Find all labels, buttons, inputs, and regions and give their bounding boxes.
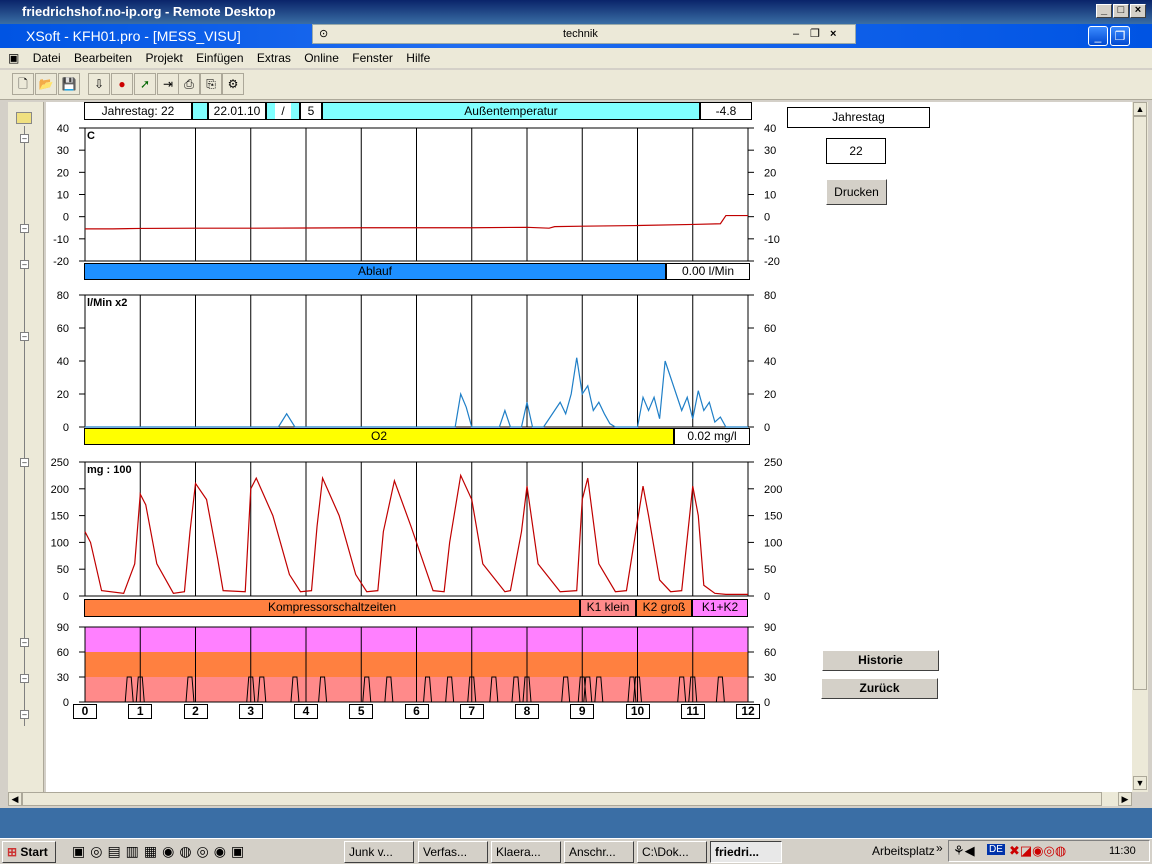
y-tick-label: 0 [764, 697, 770, 709]
task-label: Junk v... [349, 845, 393, 859]
arbeitsplatz-label[interactable]: Arbeitsplatz [872, 844, 935, 858]
y-tick-label: 10 [764, 190, 776, 202]
task-friedri[interactable]: friedri... [710, 841, 782, 863]
task-label: C:\Dok... [642, 845, 689, 859]
scroll-thumb[interactable] [1133, 116, 1147, 690]
y-tick-label: 0 [764, 212, 770, 224]
y-tick-label: 50 [764, 564, 776, 576]
y-tick-label: 40 [57, 123, 69, 135]
x-tick-label: 5 [349, 704, 374, 719]
task-cdok[interactable]: C:\Dok... [637, 841, 707, 863]
y-tick-label: 150 [51, 511, 69, 523]
y-tick-label: 80 [57, 290, 69, 302]
windows-logo-icon: ⊞ [7, 845, 18, 859]
y-tick-label: 150 [764, 511, 782, 523]
y-tick-label: 60 [57, 323, 69, 335]
x-tick-label: 10 [625, 704, 650, 719]
task-label: Anschr... [569, 845, 616, 859]
task-junk[interactable]: Junk v... [344, 841, 414, 863]
y-tick-label: -20 [53, 256, 69, 268]
y-tick-label: 60 [764, 647, 776, 659]
vertical-scrollbar[interactable]: ▲ ▼ [1132, 102, 1148, 792]
x-tick-label: 6 [404, 704, 429, 719]
y-tick-label: 0 [63, 422, 69, 434]
y-tick-label: 40 [764, 356, 776, 368]
y-tick-label: 40 [764, 123, 776, 135]
task-verfas[interactable]: Verfas... [418, 841, 488, 863]
y-tick-label: 0 [764, 591, 770, 603]
tray-icons[interactable]: ⚘◀ [953, 843, 975, 859]
task-anschr[interactable]: Anschr... [564, 841, 634, 863]
x-tick-label: 8 [515, 704, 539, 719]
x-tick-label: 7 [459, 704, 484, 719]
task-label: Klaera... [496, 845, 541, 859]
y-tick-label: 20 [764, 167, 776, 179]
y-tick-label: -10 [764, 234, 780, 246]
unit-label: l/Min x2 [87, 297, 127, 309]
y-tick-label: 30 [57, 672, 69, 684]
y-tick-label: 30 [764, 672, 776, 684]
y-tick-label: 90 [764, 622, 776, 634]
quicklaunch-icons[interactable]: ▣◎▤▥▦◉◍◎◉▣ [72, 843, 249, 860]
y-tick-label: 50 [57, 564, 69, 576]
y-tick-label: 90 [57, 622, 69, 634]
x-tick-label: 0 [73, 704, 97, 719]
x-tick-label: 3 [238, 704, 263, 719]
y-tick-label: 0 [63, 591, 69, 603]
y-tick-label: 20 [764, 389, 776, 401]
scroll-right-icon[interactable]: ▶ [1118, 792, 1132, 806]
scroll-down-icon[interactable]: ▼ [1133, 776, 1147, 790]
clock: 11:30 [1109, 845, 1136, 857]
remote-desktop-background [0, 808, 1152, 838]
y-tick-label: 30 [764, 145, 776, 157]
y-tick-label: 200 [764, 484, 782, 496]
chevron-icon[interactable]: » [936, 841, 943, 855]
y-tick-label: 200 [51, 484, 69, 496]
tray-icons-2[interactable]: ✖◪◉◎◍ [1009, 843, 1066, 859]
y-tick-label: 10 [57, 190, 69, 202]
x-tick-label: 4 [294, 704, 318, 719]
y-tick-label: 20 [57, 167, 69, 179]
y-tick-label: 80 [764, 290, 776, 302]
y-tick-label: 250 [51, 457, 69, 469]
task-label: Verfas... [423, 845, 468, 859]
horizontal-scrollbar[interactable]: ◀ ▶ [8, 792, 1132, 806]
y-tick-label: 40 [57, 356, 69, 368]
x-tick-label: 12 [736, 704, 760, 719]
scroll-up-icon[interactable]: ▲ [1133, 102, 1147, 116]
y-tick-label: 100 [51, 537, 69, 549]
system-tray: ⚘◀ DE ✖◪◉◎◍ 11:30 [948, 840, 1150, 862]
task-klaera[interactable]: Klaera... [491, 841, 561, 863]
taskbar: ⊞ Start ▣◎▤▥▦◉◍◎◉▣ Junk v... Verfas... K… [0, 838, 1152, 864]
hscroll-thumb[interactable] [22, 792, 1102, 806]
y-tick-label: 250 [764, 457, 782, 469]
y-tick-label: 0 [63, 212, 69, 224]
x-tick-label: 1 [128, 704, 153, 719]
y-tick-label: 20 [57, 389, 69, 401]
x-tick-label: 9 [570, 704, 595, 719]
scroll-left-icon[interactable]: ◀ [8, 792, 22, 806]
y-tick-label: 30 [57, 145, 69, 157]
y-tick-label: 0 [764, 422, 770, 434]
language-indicator[interactable]: DE [987, 844, 1005, 855]
task-label: friedri... [715, 845, 760, 859]
y-tick-label: -10 [53, 234, 69, 246]
x-tick-label: 2 [183, 704, 208, 719]
start-label: Start [20, 845, 48, 859]
y-tick-label: 0 [63, 697, 69, 709]
x-tick-label: 11 [680, 704, 705, 719]
charts-svg: 40 4030 3020 2010 100 0-10 -10-20 -20C80 8060 604… [51, 123, 783, 709]
y-tick-label: -20 [764, 256, 780, 268]
unit-label: mg : 100 [87, 464, 132, 476]
start-button[interactable]: ⊞ Start [2, 841, 56, 863]
y-tick-label: 60 [764, 323, 776, 335]
y-tick-label: 60 [57, 647, 69, 659]
unit-label: C [87, 130, 95, 142]
y-tick-label: 100 [764, 537, 782, 549]
